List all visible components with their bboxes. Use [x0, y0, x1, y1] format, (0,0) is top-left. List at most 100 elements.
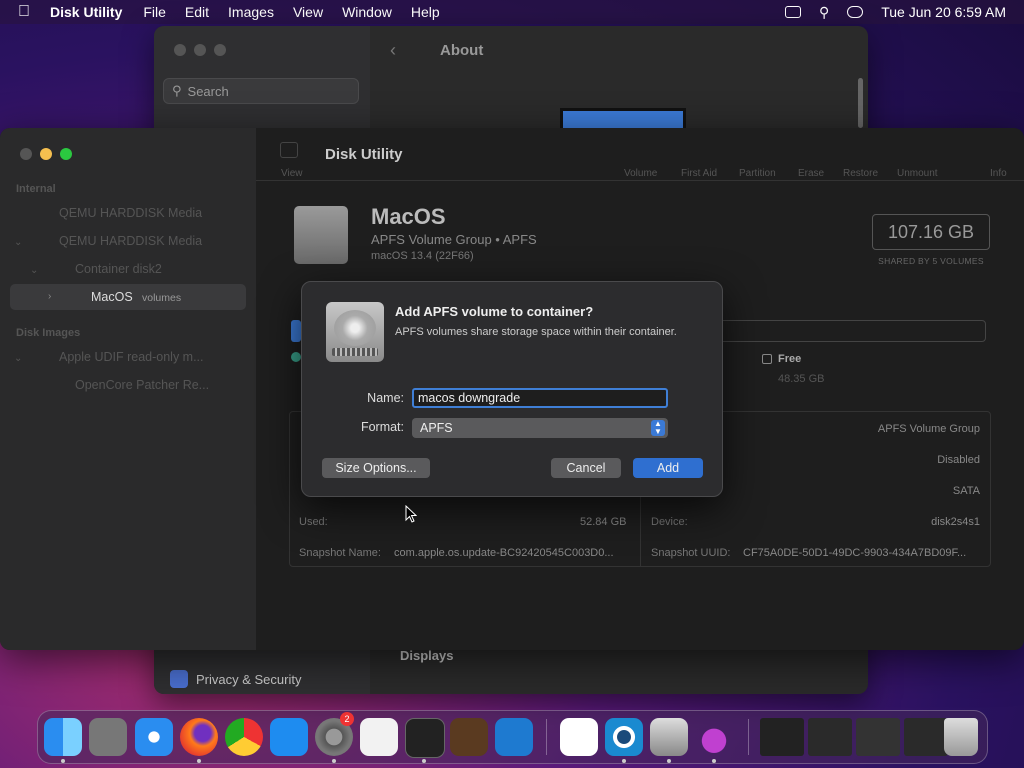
window-thumbnail[interactable]	[760, 718, 804, 756]
safari-icon[interactable]	[135, 718, 173, 756]
chrome-icon[interactable]	[225, 718, 263, 756]
add-button[interactable]: Add	[633, 458, 703, 478]
chevron-down-icon[interactable]: ⌄	[30, 265, 38, 276]
toolbar-volume-button[interactable]: Volume	[624, 168, 657, 179]
info-device-label: Device:	[651, 516, 688, 528]
dialog-title: Add APFS volume to container?	[395, 304, 594, 319]
info-snapshot-name-value: com.apple.os.update-BC92420545C003D0...	[394, 547, 614, 559]
window-title: Disk Utility	[325, 146, 403, 163]
installer-icon[interactable]	[695, 718, 733, 756]
search-placeholder: Search	[187, 83, 229, 99]
firefox-icon[interactable]	[180, 718, 218, 756]
toolbar-info-button[interactable]: Info	[990, 168, 1007, 179]
notification-badge: 2	[340, 712, 354, 726]
vscode-icon[interactable]	[495, 718, 533, 756]
visual-studio-icon[interactable]	[560, 718, 598, 756]
size-options-button[interactable]: Size Options...	[322, 458, 430, 478]
running-indicator	[422, 759, 426, 763]
running-indicator	[712, 759, 716, 763]
apple-menu-icon[interactable]: 	[18, 3, 36, 21]
sidebar-header-internal: Internal	[16, 183, 56, 195]
legend-swatch	[291, 352, 301, 362]
mouse-cursor-icon	[405, 505, 417, 523]
close-button[interactable]	[174, 44, 186, 56]
sidebar-item-suffix: volumes	[142, 292, 182, 304]
capacity-box: 107.16 GB	[872, 214, 990, 250]
textedit-icon[interactable]	[360, 718, 398, 756]
free-label: Free	[778, 353, 802, 365]
dialog-message: APFS volumes share storage space within …	[395, 326, 677, 338]
toolbar-first-aid-button[interactable]: First Aid	[681, 168, 717, 179]
menu-app-name[interactable]: Disk Utility	[50, 4, 122, 20]
zoom-button[interactable]	[214, 44, 226, 56]
window-thumbnail[interactable]	[904, 718, 948, 756]
scrollbar[interactable]	[858, 78, 863, 128]
menu-images[interactable]: Images	[228, 4, 274, 20]
control-center-icon[interactable]	[847, 6, 864, 18]
disk-utility-icon[interactable]	[650, 718, 688, 756]
menu-edit[interactable]: Edit	[185, 4, 209, 20]
spotlight-icon[interactable]: ⚲	[819, 4, 829, 21]
info-used-value: 52.84 GB	[580, 516, 627, 528]
toolbar-erase-button[interactable]: Erase	[798, 168, 824, 179]
opencore-icon[interactable]	[605, 718, 643, 756]
sidebar-item-disk[interactable]: QEMU HARDDISK Media	[59, 234, 202, 248]
settings-search-input[interactable]: ⚲ Search	[163, 78, 359, 104]
close-button[interactable]	[20, 148, 32, 160]
dock: 2	[37, 710, 988, 764]
window-thumbnail[interactable]	[808, 718, 852, 756]
screen-mirroring-icon[interactable]	[784, 6, 801, 18]
running-indicator	[197, 759, 201, 763]
dock-separator	[748, 719, 749, 755]
info-owners-value: Disabled	[937, 454, 980, 466]
chevron-updown-icon: ▲ ▼	[651, 420, 665, 436]
menu-window[interactable]: Window	[342, 4, 392, 20]
sidebar-item-disk[interactable]: QEMU HARDDISK Media	[59, 206, 202, 220]
cancel-button[interactable]: Cancel	[551, 458, 621, 478]
finder-icon[interactable]	[44, 718, 82, 756]
app-store-icon[interactable]	[270, 718, 308, 756]
sidebar-item-image-volume[interactable]: OpenCore Patcher Re...	[75, 378, 209, 392]
menu-view[interactable]: View	[293, 4, 323, 20]
menu-file[interactable]: File	[143, 4, 166, 20]
format-selected-value: APFS	[420, 421, 453, 435]
volume-subtitle: APFS Volume Group • APFS	[371, 232, 537, 247]
menu-clock[interactable]: Tue Jun 20 6:59 AM	[881, 4, 1006, 20]
volume-os-version: macOS 13.4 (22F66)	[371, 250, 474, 262]
disk-grill	[332, 348, 378, 356]
launchpad-icon[interactable]	[89, 718, 127, 756]
toolbar-partition-button[interactable]: Partition	[739, 168, 776, 179]
terminal-icon[interactable]	[405, 718, 445, 758]
hard-disk-icon	[326, 302, 384, 362]
back-icon[interactable]: ‹	[390, 40, 396, 61]
volume-name: MacOS	[371, 204, 446, 229]
free-legend: Free	[762, 353, 801, 365]
running-indicator	[332, 759, 336, 763]
chevron-down-icon[interactable]: ⌄	[14, 237, 22, 248]
running-indicator	[667, 759, 671, 763]
sidebar-view-icon[interactable]	[280, 142, 298, 158]
minimize-button[interactable]	[40, 148, 52, 160]
format-select[interactable]: APFS ▲ ▼	[412, 418, 668, 438]
running-indicator	[622, 759, 626, 763]
menu-help[interactable]: Help	[411, 4, 440, 20]
info-snapshot-name-label: Snapshot Name:	[299, 547, 381, 559]
chevron-down-icon[interactable]: ⌄	[14, 353, 22, 364]
sidebar-item-privacy[interactable]: Privacy & Security	[170, 670, 301, 688]
dock-separator	[546, 719, 547, 755]
sidebar-item-image[interactable]: Apple UDIF read-only m...	[59, 350, 204, 364]
sidebar-item-container[interactable]: Container disk2	[75, 262, 162, 276]
window-thumbnail[interactable]	[856, 718, 900, 756]
sidebar-item-label: Privacy & Security	[196, 671, 302, 687]
garageband-icon[interactable]	[450, 718, 488, 756]
trash-icon[interactable]	[944, 718, 978, 756]
info-snapshot-uuid-label: Snapshot UUID:	[651, 547, 731, 559]
toolbar-restore-button[interactable]: Restore	[843, 168, 878, 179]
search-icon: ⚲	[172, 83, 182, 98]
page-title: About	[440, 42, 484, 59]
chevron-right-icon[interactable]: ›	[48, 291, 51, 302]
zoom-button[interactable]	[60, 148, 72, 160]
minimize-button[interactable]	[194, 44, 206, 56]
toolbar-unmount-button[interactable]: Unmount	[897, 168, 938, 179]
volume-name-input[interactable]	[412, 388, 668, 408]
